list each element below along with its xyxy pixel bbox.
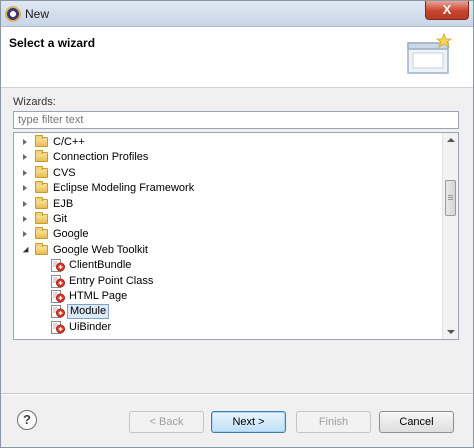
scroll-thumb[interactable] [445, 180, 456, 216]
gwt-wizard-icon [51, 320, 65, 334]
tree-item[interactable]: Connection Profiles [14, 150, 444, 165]
folder-icon [35, 196, 48, 209]
gwt-wizard-icon [51, 305, 65, 319]
tree-item[interactable]: UiBinder [14, 320, 444, 335]
page-title: Select a wizard [9, 36, 96, 50]
collapsed-arrow-icon[interactable] [23, 200, 27, 207]
tree-item-label: Eclipse Modeling Framework [53, 182, 195, 195]
wizard-banner: Select a wizard [1, 27, 473, 88]
window-title: New [25, 7, 50, 21]
scroll-down-icon[interactable] [447, 330, 455, 334]
cancel-button[interactable]: Cancel [379, 411, 454, 433]
tree-item-label: EJB [53, 197, 74, 210]
folder-icon [35, 150, 48, 163]
wizards-label: Wizards: [13, 96, 56, 108]
wizard-tree[interactable]: C/C++ Connection Profiles CVS Eclipse Model… [13, 132, 459, 340]
tree-item-label: Connection Profiles [53, 151, 149, 164]
gwt-wizard-icon [51, 290, 65, 303]
collapsed-arrow-icon[interactable] [23, 185, 27, 192]
tree-item[interactable]: CVS [14, 165, 444, 181]
tree-item-label: CVS [53, 166, 76, 179]
tree-item[interactable]: Entry Point Class [14, 274, 444, 289]
tree-scrollbar[interactable] [442, 133, 458, 339]
scroll-up-icon[interactable] [447, 138, 455, 142]
collapsed-arrow-icon[interactable] [23, 169, 27, 176]
new-wizard-dialog: New X Select a wizard Wizards: C/C++ Conn… [0, 0, 474, 448]
tree-item[interactable]: Google Web Toolkit [14, 242, 444, 258]
eclipse-icon [5, 6, 21, 22]
finish-button[interactable]: Finish [296, 411, 371, 433]
folder-icon [35, 212, 48, 224]
button-bar-separator [1, 393, 473, 395]
folder-icon [35, 227, 48, 240]
tree-item[interactable]: EJB [14, 196, 444, 212]
collapsed-arrow-icon[interactable] [23, 216, 27, 222]
collapsed-arrow-icon[interactable] [23, 154, 27, 161]
gwt-wizard-icon [51, 259, 65, 273]
tree-item[interactable]: Eclipse Modeling Framework [14, 181, 444, 196]
folder-icon [35, 242, 48, 255]
tree-item-label: Google Web Toolkit [53, 243, 148, 256]
tree-item-label: Module [67, 304, 110, 320]
tree-item-label: ClientBundle [69, 259, 132, 272]
gwt-wizard-icon [51, 274, 65, 288]
tree-item[interactable]: Google [14, 227, 444, 242]
collapsed-arrow-icon[interactable] [23, 231, 27, 238]
expanded-arrow-icon[interactable] [22, 246, 32, 256]
title-bar[interactable]: New X [1, 1, 473, 27]
tree-item-label: C/C++ [53, 136, 85, 148]
tree-item-label: Entry Point Class [69, 274, 154, 287]
tree-item[interactable]: HTML Page [14, 289, 444, 304]
close-button[interactable]: X [425, 1, 469, 20]
tree-item[interactable]: Module [14, 304, 444, 320]
new-wizard-graphic-icon [407, 32, 453, 74]
folder-icon [35, 165, 48, 178]
tree-item[interactable]: ClientBundle [14, 258, 444, 273]
next-button[interactable]: Next > [211, 411, 286, 433]
filter-input[interactable] [13, 111, 459, 129]
tree-item[interactable]: C/C++ [14, 135, 444, 150]
folder-icon [35, 181, 48, 194]
tree-item-label: Git [53, 213, 68, 225]
collapsed-arrow-icon[interactable] [23, 139, 27, 145]
tree-item-label: Google [53, 228, 89, 241]
help-button[interactable]: ? [17, 410, 37, 430]
tree-item-label: UiBinder [69, 320, 112, 333]
back-button[interactable]: < Back [129, 411, 204, 433]
tree-item[interactable]: Git [14, 212, 444, 227]
tree-item-label: HTML Page [69, 290, 128, 302]
folder-icon [35, 135, 48, 147]
